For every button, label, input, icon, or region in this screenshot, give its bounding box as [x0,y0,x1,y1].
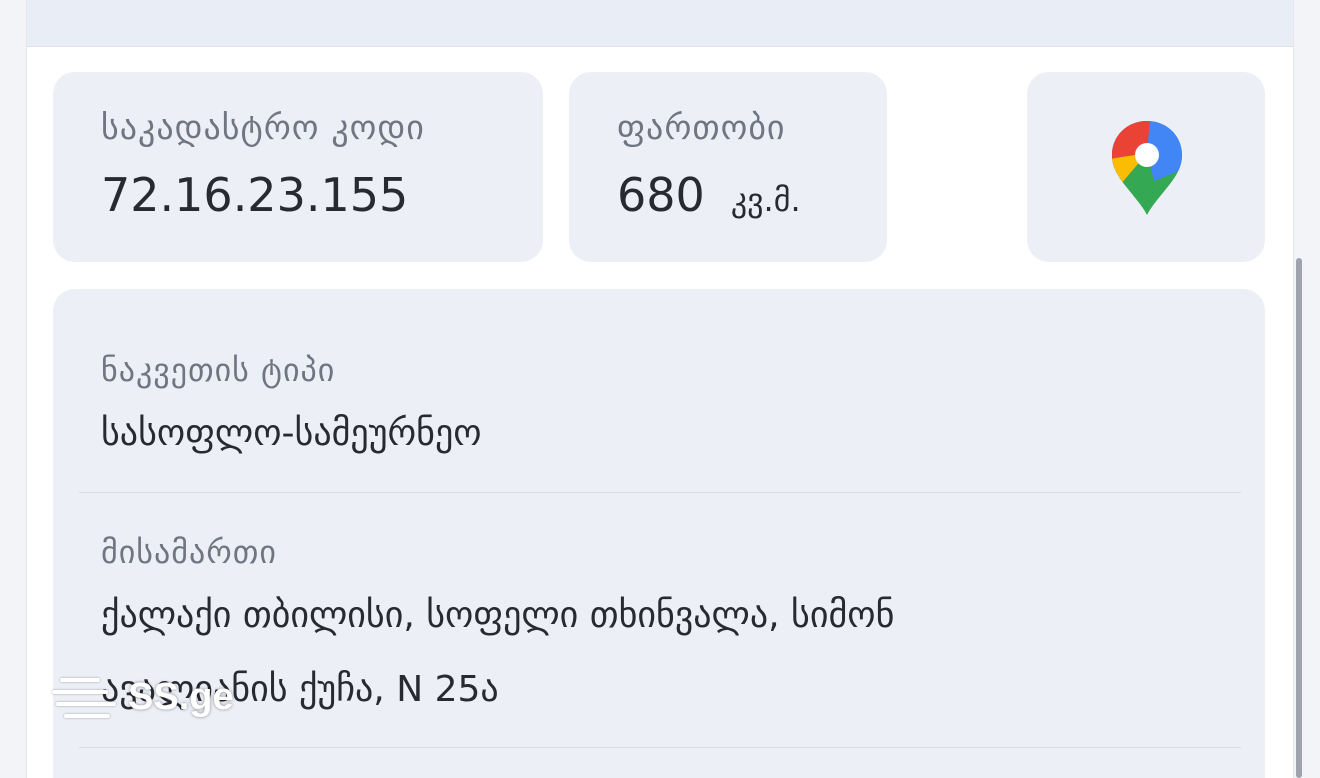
property-details-panel: საკადასტრო კოდი 72.16.23.155 ფართობი 680… [26,0,1294,778]
address-line-1: ქალაქი თბილისი, სოფელი თხინვალა, სიმონ [101,595,895,636]
map-button[interactable] [1027,72,1265,262]
watermark-text: SS.ge [128,676,234,718]
area-value-row: 680 კვ.მ. [617,168,801,222]
header-strip [27,0,1293,47]
divider [79,747,1241,748]
plot-type-value: სასოფლო-სამეურნეო [101,413,482,454]
area-label: ფართობი [617,108,786,148]
area-value: 680 [617,168,705,222]
address-label: მისამართი [101,533,277,571]
cadastral-code-value: 72.16.23.155 [101,168,409,222]
watermark: SS.ge [52,670,252,730]
plot-type-label: ნაკვეთის ტიპი [101,351,336,389]
area-unit: კვ.მ. [730,181,801,219]
scrollbar[interactable] [1296,258,1302,778]
cadastral-code-label: საკადასტრო კოდი [101,108,425,148]
google-maps-pin-icon [1112,121,1182,215]
divider [79,492,1241,493]
cadastral-code-card: საკადასტრო კოდი 72.16.23.155 [53,72,543,262]
area-card: ფართობი 680 კვ.მ. [569,72,887,262]
